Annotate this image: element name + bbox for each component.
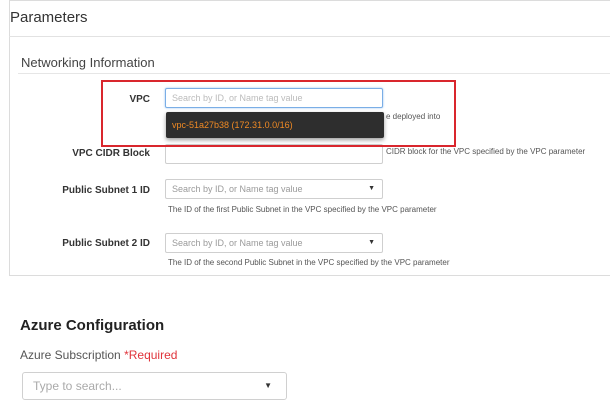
public-subnet-1-select[interactable]: Search by ID, or Name tag value ▼ <box>165 179 383 199</box>
public-subnet-1-placeholder: Search by ID, or Name tag value <box>172 184 303 194</box>
public-subnet-2-placeholder: Search by ID, or Name tag value <box>172 238 303 248</box>
vpc-cidr-input[interactable] <box>165 144 383 164</box>
parameters-title: Parameters <box>10 9 88 26</box>
chevron-down-icon: ▼ <box>368 239 375 246</box>
vpc-cidr-help-text: CIDR block for the VPC specified by the … <box>386 147 586 156</box>
public-subnet-2-label: Public Subnet 2 ID <box>62 238 150 249</box>
public-subnet-2-select[interactable]: Search by ID, or Name tag value ▼ <box>165 233 383 253</box>
parameters-divider <box>9 36 610 37</box>
azure-subscription-label: Azure Subscription *Required <box>20 348 177 362</box>
public-subnet-1-label: Public Subnet 1 ID <box>62 185 150 196</box>
required-marker: *Required <box>124 348 178 362</box>
azure-configuration-title: Azure Configuration <box>20 317 165 334</box>
networking-section-label: Networking Information <box>21 55 155 70</box>
chevron-down-icon: ▼ <box>368 185 375 192</box>
highlight-box <box>101 80 456 147</box>
public-subnet-2-help-text: The ID of the second Public Subnet in th… <box>168 258 450 267</box>
azure-search-placeholder: Type to search... <box>33 379 122 393</box>
section-divider <box>18 73 610 74</box>
azure-subscription-text: Azure Subscription <box>20 348 121 362</box>
azure-subscription-search[interactable]: Type to search... ▼ <box>22 372 287 400</box>
vpc-cidr-label: VPC CIDR Block <box>72 148 150 159</box>
public-subnet-1-help-text: The ID of the first Public Subnet in the… <box>168 205 437 214</box>
chevron-down-icon: ▼ <box>264 381 272 390</box>
